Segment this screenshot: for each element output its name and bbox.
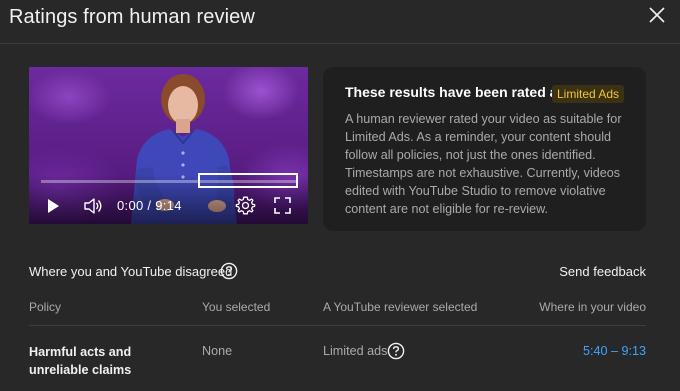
help-icon	[387, 342, 405, 360]
ratings-dialog: Ratings from human review 0:00 / 9:14 Th…	[0, 0, 680, 391]
settings-icon	[235, 196, 256, 215]
video-player[interactable]: 0:00 / 9:14	[29, 67, 308, 224]
column-header-you-selected: You selected	[202, 300, 271, 314]
column-header-reviewer-selected: A YouTube reviewer selected	[323, 300, 478, 314]
play-button[interactable]	[45, 198, 61, 214]
rating-heading: These results have been rated as	[345, 84, 566, 100]
reviewer-help-button[interactable]	[387, 342, 405, 360]
close-button[interactable]	[645, 3, 669, 27]
row-policy: Harmful acts and unreliable claims	[29, 345, 132, 377]
rating-badge: Limited Ads	[552, 85, 625, 103]
column-header-policy: Policy	[29, 300, 62, 314]
disagreement-help-button[interactable]	[220, 262, 238, 280]
dialog-title: Ratings from human review	[9, 6, 255, 28]
row-you-selected: None	[202, 344, 233, 358]
help-icon	[220, 262, 238, 280]
play-icon	[48, 199, 59, 213]
column-header-where-in-video: Where in your video	[539, 300, 646, 314]
settings-button[interactable]	[235, 195, 256, 216]
timestamp-link[interactable]: 5:40 – 9:13	[583, 344, 646, 358]
volume-icon	[84, 198, 102, 214]
rating-description: A human reviewer rated your video as sui…	[345, 112, 622, 216]
dialog-header: Ratings from human review	[0, 0, 680, 44]
table-divider	[29, 325, 646, 326]
rating-result-card: These results have been rated as Limited…	[323, 67, 646, 231]
row-reviewer-selected: Limited ads	[323, 344, 388, 358]
close-icon	[649, 7, 665, 23]
volume-button[interactable]	[83, 196, 103, 216]
flagged-segment-marker	[198, 173, 298, 188]
fullscreen-icon	[274, 197, 291, 214]
disagreement-title: Where you and YouTube disagreed	[29, 264, 233, 279]
fullscreen-button[interactable]	[273, 196, 292, 215]
send-feedback-button[interactable]: Send feedback	[559, 264, 646, 279]
time-display: 0:00 / 9:14	[117, 198, 182, 213]
